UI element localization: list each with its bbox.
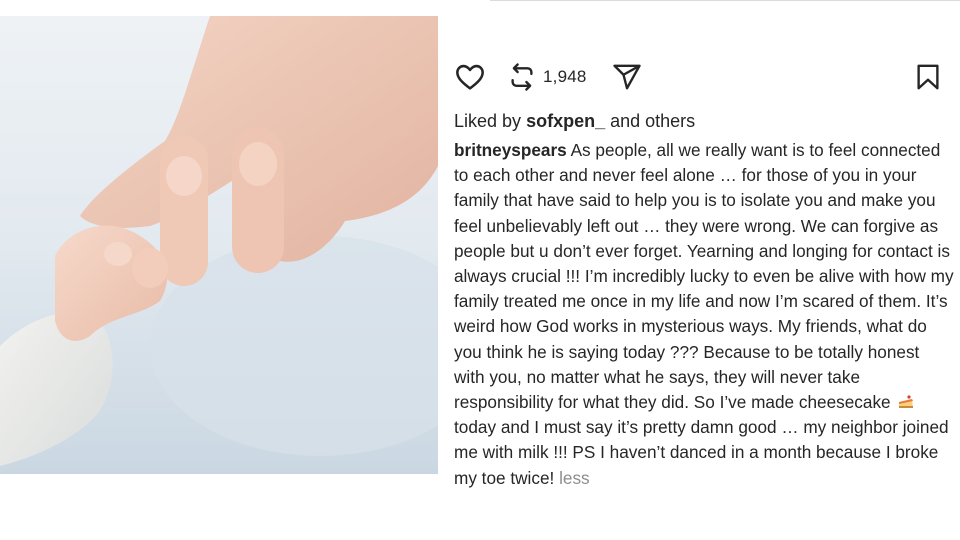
liked-by-prefix: Liked by <box>454 111 522 131</box>
share-button[interactable] <box>611 58 643 96</box>
save-button[interactable] <box>913 58 943 96</box>
post-action-bar: 1,948 <box>453 58 943 98</box>
repost-count: 1,948 <box>543 67 587 86</box>
bookmark-icon <box>917 64 939 90</box>
caption-username[interactable]: britneyspears <box>454 140 567 160</box>
like-button[interactable] <box>453 58 487 96</box>
less-link[interactable]: less <box>559 468 590 488</box>
heart-icon <box>456 64 484 90</box>
repost-button[interactable]: 1,948 <box>507 58 587 96</box>
liked-by-username[interactable]: sofxpen_ <box>526 111 605 131</box>
post-caption: britneyspears As people, all we really w… <box>454 138 954 491</box>
liked-by-line: Liked by sofxpen_ and others <box>454 110 695 132</box>
repost-icon <box>511 63 533 91</box>
liked-by-suffix[interactable]: and others <box>610 111 695 131</box>
post-image[interactable] <box>0 16 438 474</box>
caption-text-1: As people, all we really want is to feel… <box>454 140 954 413</box>
post-top-border <box>490 0 960 1</box>
cheesecake-emoji-icon <box>897 393 915 411</box>
caption-text-2: today and I must say it’s pretty damn go… <box>454 417 949 488</box>
send-icon <box>613 64 641 90</box>
hands-photo <box>0 16 438 474</box>
